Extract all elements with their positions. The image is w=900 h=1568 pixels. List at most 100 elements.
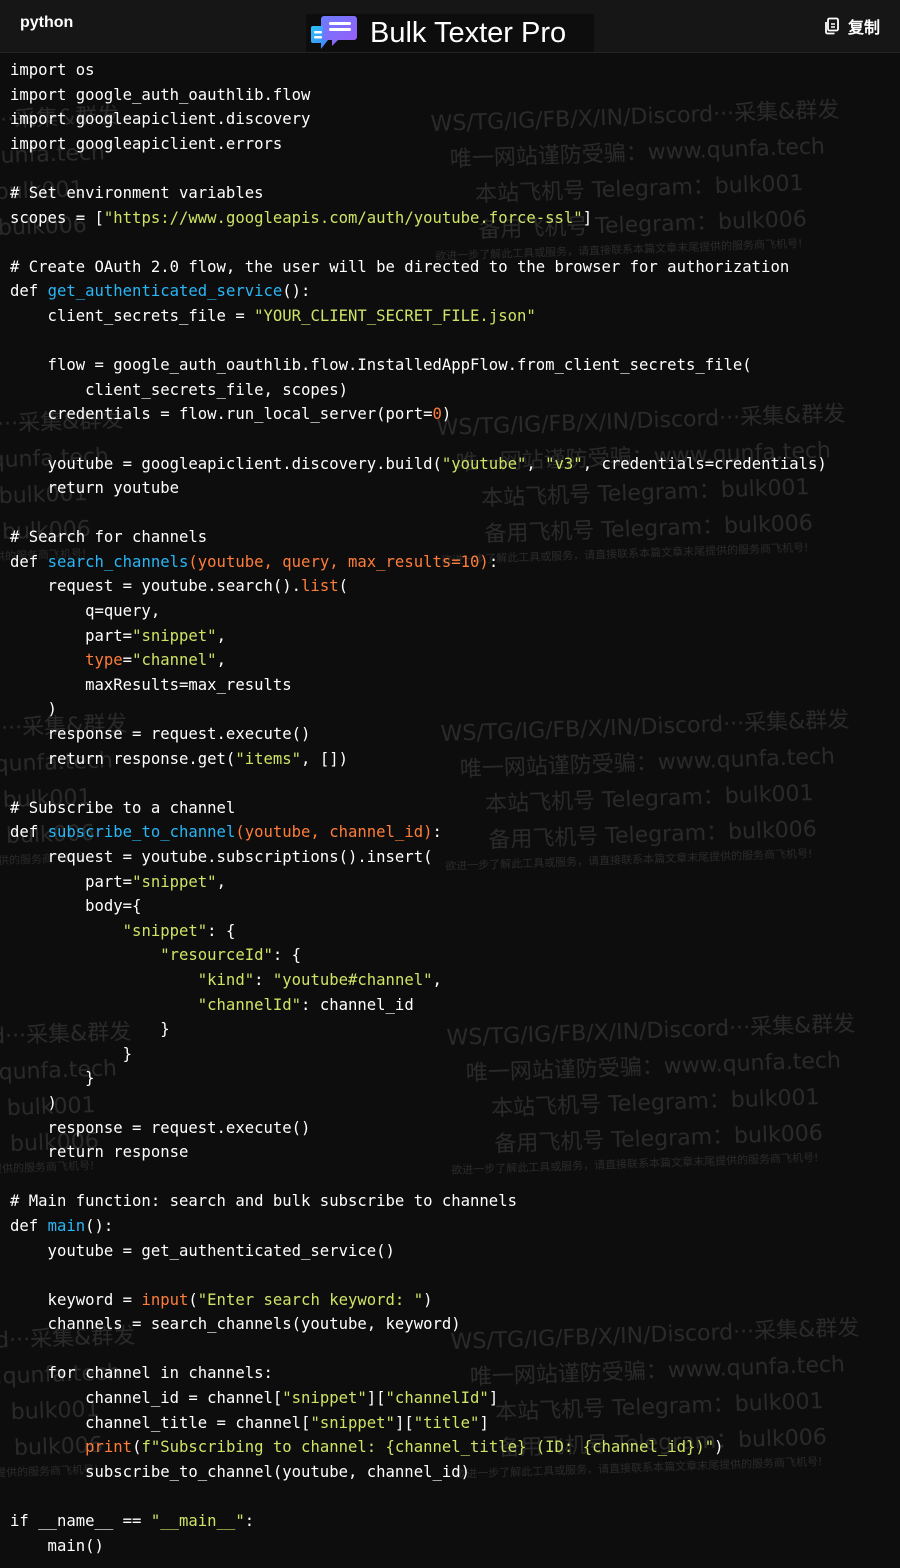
code-line: import googleapiclient.errors <box>10 135 282 153</box>
code-line: maxResults=max_results <box>10 676 292 694</box>
code-token: main <box>47 1216 86 1235</box>
code-token: import os <box>10 61 95 79</box>
code-token: import google_auth_oauthlib.flow <box>10 85 311 104</box>
code-token: channel_title = channel[ <box>10 1413 311 1432</box>
code-line: keyword = input("Enter search keyword: "… <box>10 1291 433 1309</box>
code-token: "youtube" <box>441 454 527 473</box>
code-line: youtube = get_authenticated_service() <box>10 1242 395 1260</box>
code-token: "kind" <box>197 970 255 989</box>
code-token: # Subscribe to a channel <box>10 798 236 817</box>
code-line: } <box>10 1045 132 1063</box>
code-token: return youtube <box>10 479 179 498</box>
code-token: } <box>10 1044 133 1063</box>
code-token: , <box>432 970 442 989</box>
code-token: for channel in channels: <box>10 1364 273 1383</box>
code-token: (youtube, query, max_results=10) <box>188 552 489 571</box>
code-token: youtube = get_authenticated_service() <box>10 1241 395 1260</box>
code-token: # Main function: search and bulk subscri… <box>10 1192 517 1211</box>
code-line: } <box>10 1020 169 1038</box>
code-token: subscribe_to_channel(youtube, channel_id… <box>10 1462 471 1481</box>
code-token: : <box>254 970 273 989</box>
code-token: ] <box>582 208 593 227</box>
code-token: return response.get( <box>10 749 236 768</box>
code-token: ) <box>714 1438 724 1457</box>
code-token: (): <box>85 1216 114 1235</box>
code-token: : <box>488 552 499 571</box>
code-token: maxResults=max_results <box>10 675 292 694</box>
code-token: scopes = [ <box>10 208 104 227</box>
code-line: response = request.execute() <box>10 725 311 743</box>
code-token: } <box>10 1069 95 1088</box>
code-line: credentials = flow.run_local_server(port… <box>10 405 452 424</box>
code-token: ( <box>338 577 348 596</box>
code-token: ) <box>423 1290 433 1309</box>
brand-banner: Bulk Texter Pro <box>306 14 594 52</box>
code-line: ) <box>10 700 57 718</box>
code-token: body={ <box>10 897 142 916</box>
code-line: client_secrets_file = "YOUR_CLIENT_SECRE… <box>10 307 536 325</box>
code-token: def <box>10 282 48 301</box>
code-token: "resourceId" <box>160 946 273 965</box>
code-token: : { <box>207 921 236 940</box>
code-token: "snippet" <box>132 626 217 645</box>
code-line: ) <box>10 1094 57 1112</box>
code-token: get_authenticated_service <box>47 282 283 301</box>
code-token: def <box>10 552 48 571</box>
code-token: (): <box>282 282 311 301</box>
code-token: (youtube, channel_id) <box>235 823 433 842</box>
copy-icon <box>825 17 839 35</box>
code-line: # Main function: search and bulk subscri… <box>10 1192 517 1210</box>
code-token: main() <box>10 1536 104 1555</box>
code-line: client_secrets_file, scopes) <box>10 381 348 399</box>
code-line: import os <box>10 61 95 79</box>
code-token: : { <box>272 946 302 965</box>
code-token: "snippet" <box>132 872 217 891</box>
code-token: "snippet" <box>122 921 208 940</box>
chat-bubbles-logo-icon <box>311 16 357 49</box>
code-token: "title" <box>413 1413 480 1432</box>
code-token: # Create OAuth 2.0 flow, the user will b… <box>10 257 790 276</box>
copy-label: 复制 <box>847 18 880 37</box>
code-token: def <box>10 823 48 842</box>
code-area[interactable]: import os import google_auth_oauthlib.fl… <box>10 58 827 1558</box>
code-line: import google_auth_oauthlib.flow <box>10 86 310 104</box>
code-token: def <box>10 1216 48 1235</box>
code-token: search_channels <box>47 552 189 571</box>
code-line: part="snippet", <box>10 627 226 645</box>
code-token: "snippet" <box>282 1389 367 1408</box>
code-token: q=query, <box>10 602 161 621</box>
code-token: import googleapiclient.errors <box>10 134 283 153</box>
code-token: request = youtube.subscriptions().insert… <box>10 848 433 866</box>
code-token: : <box>432 823 442 842</box>
code-token: response = request.execute() <box>10 1118 311 1137</box>
code-token: channels = search_channels(youtube, keyw… <box>10 1315 461 1334</box>
code-line: channels = search_channels(youtube, keyw… <box>10 1315 461 1333</box>
code-token: ][ <box>394 1413 414 1432</box>
code-token: 0 <box>432 405 442 424</box>
code-token: , <box>216 872 226 891</box>
code-line: "resourceId": { <box>10 946 301 964</box>
code-line: request = youtube.search().list( <box>10 577 348 595</box>
code-token: channel_id = channel[ <box>10 1389 283 1408</box>
code-line: # Create OAuth 2.0 flow, the user will b… <box>10 258 789 276</box>
code-token: flow = google_auth_oauthlib.flow.Install… <box>10 356 752 375</box>
code-token: "items" <box>235 749 302 768</box>
code-line: channel_id = channel["snippet"]["channel… <box>10 1389 498 1407</box>
code-token: # Search for channels <box>10 528 208 547</box>
code-token: "__main__" <box>150 1512 245 1531</box>
code-token: ][ <box>366 1389 386 1408</box>
code-token: ) <box>441 405 452 424</box>
code-token: client_secrets_file, scopes) <box>10 380 348 399</box>
code-line: if __name__ == "__main__": <box>10 1512 254 1530</box>
code-line: import googleapiclient.discovery <box>10 110 310 128</box>
code-line: return response.get("items", []) <box>10 750 348 768</box>
copy-button[interactable]: 复制 <box>823 14 880 38</box>
code-token: keyword = <box>10 1290 142 1309</box>
code-token: "Enter search keyword: " <box>197 1290 424 1309</box>
